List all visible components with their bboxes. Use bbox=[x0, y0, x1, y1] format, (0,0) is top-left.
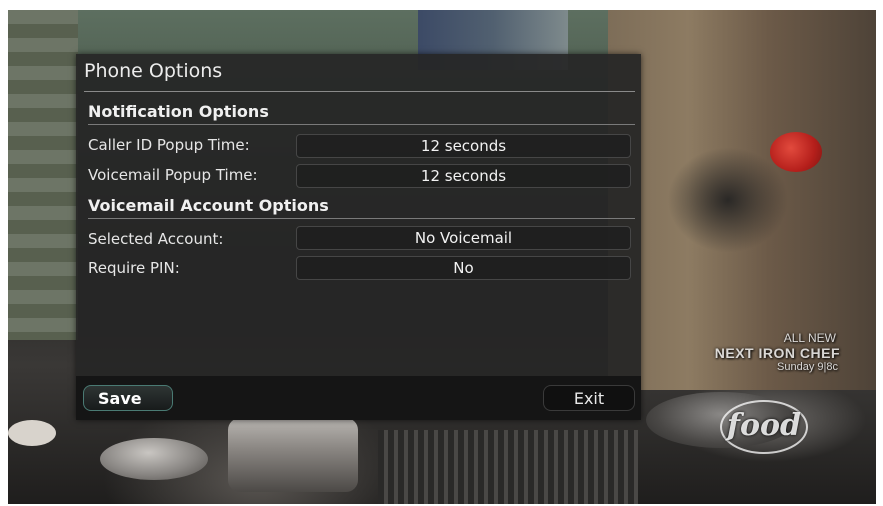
selected-account-field[interactable]: No Voicemail bbox=[296, 226, 631, 250]
background-wall-left bbox=[8, 10, 78, 340]
background-pot-lid bbox=[100, 438, 208, 480]
background-red-pepper bbox=[770, 132, 822, 172]
background-pot bbox=[228, 418, 358, 492]
dialog-title: Phone Options bbox=[84, 60, 223, 82]
channel-promo: ALL NEW NEXT IRON CHEF Sunday 9|8c bbox=[640, 331, 840, 373]
promo-line-2: NEXT IRON CHEF bbox=[714, 345, 840, 361]
phone-options-dialog: Phone Options Notification Options Calle… bbox=[76, 54, 641, 420]
require-pin-field[interactable]: No bbox=[296, 256, 631, 280]
promo-line-1: ALL NEW bbox=[783, 331, 836, 345]
voicemail-popup-label: Voicemail Popup Time: bbox=[88, 166, 258, 184]
section-heading-notification: Notification Options bbox=[88, 102, 269, 121]
promo-line-3: Sunday 9|8c bbox=[777, 361, 838, 373]
food-network-logo: food bbox=[720, 400, 808, 454]
exit-button[interactable]: Exit bbox=[543, 385, 635, 411]
background-stove-grate bbox=[378, 430, 638, 504]
voicemail-popup-time-field[interactable]: 12 seconds bbox=[296, 164, 631, 188]
section-divider bbox=[88, 218, 635, 219]
title-divider bbox=[84, 91, 635, 92]
section-heading-voicemail-account: Voicemail Account Options bbox=[88, 196, 329, 215]
caller-id-popup-label: Caller ID Popup Time: bbox=[88, 136, 250, 154]
require-pin-label: Require PIN: bbox=[88, 259, 180, 277]
caller-id-popup-time-field[interactable]: 12 seconds bbox=[296, 134, 631, 158]
dialog-footer: Save Exit bbox=[76, 376, 641, 420]
selected-account-label: Selected Account: bbox=[88, 230, 224, 248]
save-button[interactable]: Save bbox=[83, 385, 173, 411]
section-divider bbox=[88, 124, 635, 125]
background-plate bbox=[8, 420, 56, 446]
